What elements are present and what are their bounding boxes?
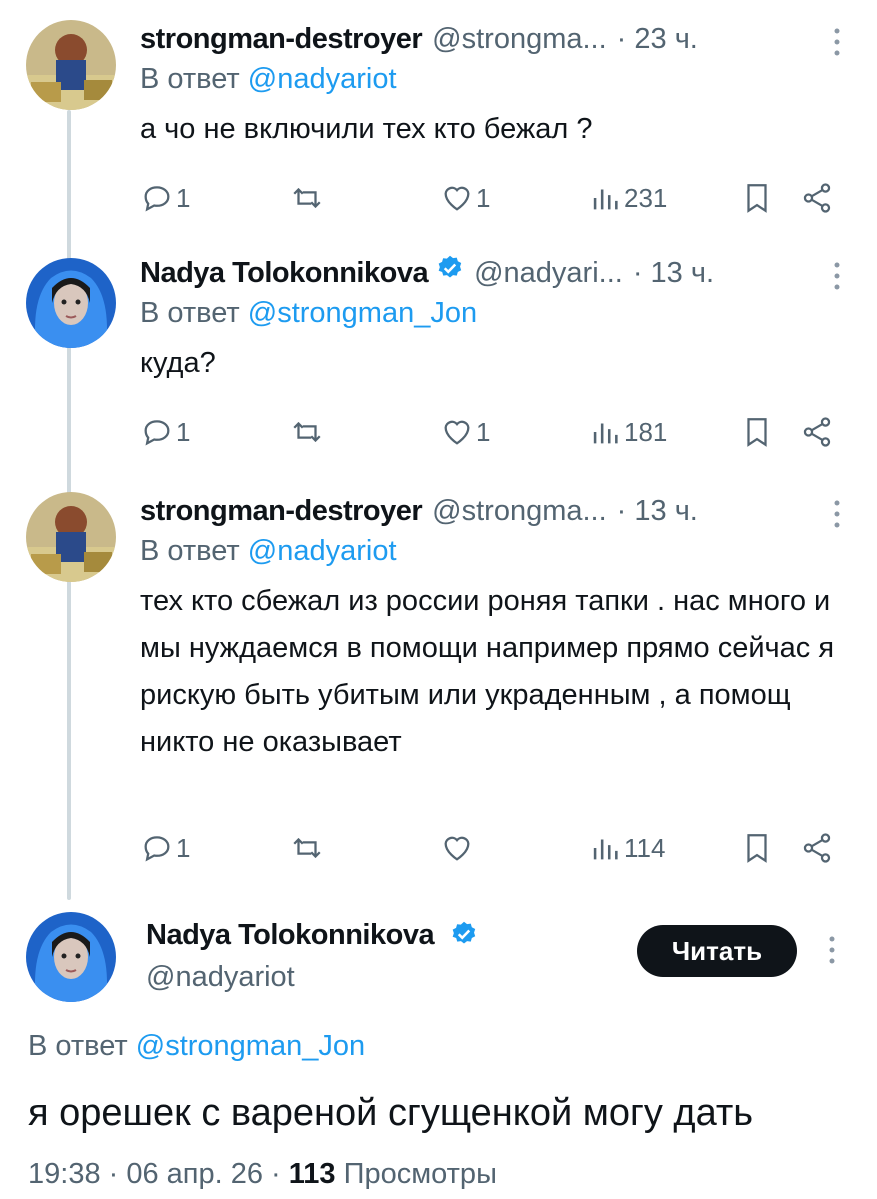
- tweet-text: я орешек с вареной сгущенкой могу дать: [28, 1092, 754, 1134]
- heart-icon: [444, 420, 470, 445]
- retweet-button[interactable]: [290, 828, 326, 868]
- views-count: 114: [624, 832, 666, 863]
- retweet-icon: [293, 837, 321, 859]
- reply-icon: [144, 186, 170, 212]
- bookmark-icon: [747, 184, 767, 213]
- reply-to-mention[interactable]: @strongman_Jon: [136, 1030, 365, 1062]
- tweet-actions: 1 114: [140, 828, 840, 868]
- tweet-text: куда?: [140, 347, 216, 379]
- reply-to-mention[interactable]: @nadyariot: [248, 63, 397, 95]
- reply-to-label: В ответ: [28, 1030, 128, 1062]
- tweet-actions: 1 1 231: [140, 178, 840, 218]
- bookmark-button[interactable]: [740, 828, 774, 868]
- author-name[interactable]: strongman-destroyer: [140, 20, 423, 58]
- tweet-time[interactable]: · 13 ч.: [617, 492, 698, 530]
- author-name[interactable]: Nadya Tolokonnikova: [140, 254, 429, 292]
- views-button[interactable]: 181: [588, 412, 667, 452]
- retweet-button[interactable]: [290, 412, 326, 452]
- reply-button[interactable]: 1: [140, 412, 190, 452]
- author-handle[interactable]: @strongma...: [432, 20, 607, 58]
- follow-button[interactable]: Читать: [637, 925, 797, 977]
- views-count: 113: [288, 1158, 336, 1190]
- share-button[interactable]: [800, 828, 834, 868]
- more-options-icon[interactable]: [827, 260, 847, 292]
- tweet-text: тех кто сбежал из россии роняя тапки . н…: [140, 585, 835, 758]
- reply-count: 1: [176, 416, 191, 447]
- views-count: 231: [624, 182, 668, 213]
- verified-badge-icon: [438, 255, 462, 278]
- tweet-timestamp[interactable]: 19:38 · 06 апр. 26 ·: [28, 1158, 281, 1190]
- author-handle[interactable]: @nadyariot: [146, 958, 478, 996]
- share-button[interactable]: [800, 412, 834, 452]
- reply-count: 1: [176, 832, 191, 863]
- more-options-icon[interactable]: [827, 498, 847, 530]
- views-button[interactable]: 114: [588, 828, 665, 868]
- avatar[interactable]: [26, 258, 116, 348]
- share-icon: [803, 417, 831, 447]
- reply-to-line: В ответ @strongman_Jon: [28, 1027, 365, 1065]
- reply-to-line: В ответ @nadyariot: [140, 532, 847, 570]
- views-count: 181: [624, 416, 668, 447]
- reply-count: 1: [176, 182, 191, 213]
- like-button[interactable]: [440, 828, 476, 868]
- author-handle[interactable]: @nadyari...: [474, 254, 623, 292]
- author-name[interactable]: strongman-destroyer: [140, 492, 423, 530]
- author-name[interactable]: Nadya Tolokonnikova: [146, 919, 435, 951]
- avatar[interactable]: [26, 492, 116, 582]
- reply-to-line: В ответ @strongman_Jon: [140, 294, 847, 332]
- bookmark-button[interactable]: [740, 412, 774, 452]
- views-icon: [593, 839, 618, 860]
- like-count: 1: [476, 182, 491, 213]
- reply-button[interactable]: 1: [140, 178, 190, 218]
- like-button[interactable]: 1: [440, 178, 490, 218]
- tweet-actions: 1 1 181: [140, 412, 840, 452]
- reply-icon: [144, 420, 170, 446]
- reply-to-label: В ответ: [140, 535, 240, 567]
- views-icon: [593, 423, 618, 444]
- reply-button[interactable]: 1: [140, 828, 190, 868]
- tweet-text: а чо не включили тех кто бежал ?: [140, 113, 593, 145]
- bookmark-icon: [747, 834, 767, 863]
- views-label: Просмотры: [343, 1158, 497, 1190]
- reply-to-mention[interactable]: @nadyariot: [248, 535, 397, 567]
- retweet-icon: [293, 421, 321, 443]
- more-options-icon[interactable]: [827, 26, 847, 58]
- retweet-button[interactable]: [290, 178, 326, 218]
- author-handle[interactable]: @strongma...: [432, 492, 607, 530]
- reply-to-label: В ответ: [140, 297, 240, 329]
- like-count: 1: [476, 416, 491, 447]
- like-button[interactable]: 1: [440, 412, 490, 452]
- tweet-time[interactable]: · 23 ч.: [617, 20, 698, 58]
- reply-to-label: В ответ: [140, 63, 240, 95]
- tweet-time[interactable]: · 13 ч.: [633, 254, 714, 292]
- avatar[interactable]: [26, 912, 116, 1002]
- heart-icon: [444, 836, 470, 861]
- heart-icon: [444, 186, 470, 211]
- reply-to-line: В ответ @nadyariot: [140, 60, 847, 98]
- share-icon: [803, 833, 831, 863]
- views-icon: [593, 189, 618, 210]
- reply-icon: [144, 836, 170, 862]
- bookmark-button[interactable]: [740, 178, 774, 218]
- more-options-icon[interactable]: [822, 934, 842, 966]
- bookmark-icon: [747, 418, 767, 447]
- retweet-icon: [293, 187, 321, 209]
- share-icon: [803, 183, 831, 213]
- verified-badge-icon: [452, 921, 476, 944]
- avatar[interactable]: [26, 20, 116, 110]
- share-button[interactable]: [800, 178, 834, 218]
- views-button[interactable]: 231: [588, 178, 667, 218]
- reply-to-mention[interactable]: @strongman_Jon: [248, 297, 477, 329]
- tweet-meta: 19:38 · 06 апр. 26 · 113 Просмотры: [28, 1155, 497, 1193]
